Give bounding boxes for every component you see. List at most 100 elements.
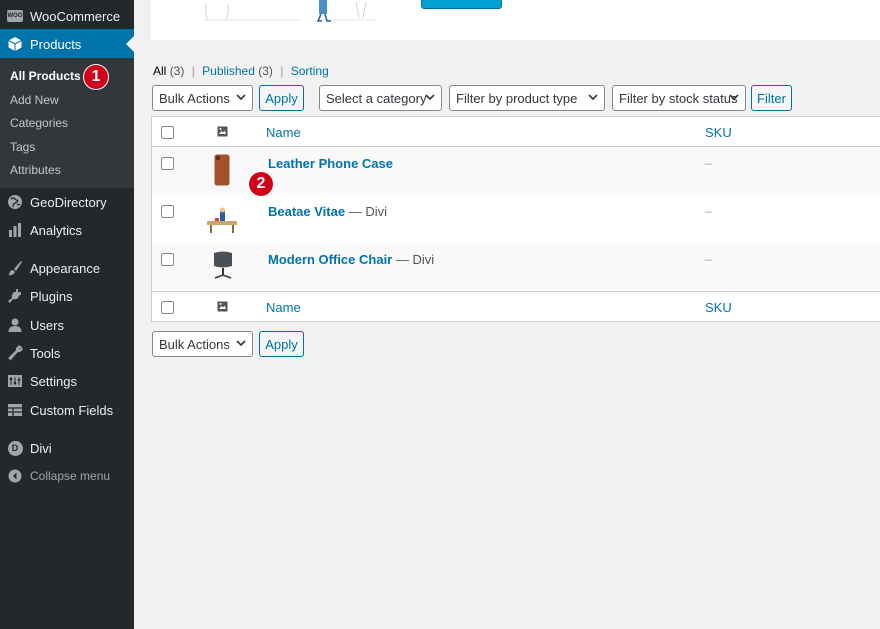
select-value: Bulk Actions: [159, 90, 230, 106]
apply-button-bottom[interactable]: Apply: [259, 331, 304, 357]
chevron-down-icon: [236, 340, 246, 347]
select-value: Bulk Actions: [159, 336, 230, 352]
paintbrush-icon: [0, 260, 30, 276]
row-checkbox[interactable]: [161, 157, 174, 170]
table-row: Modern Office Chair — Divi –: [152, 243, 880, 291]
menu-item-label: Analytics: [30, 222, 83, 238]
menu-item-geodirectory[interactable]: GeoDirectory: [0, 187, 134, 217]
banner-button[interactable]: [421, 0, 502, 9]
separator: |: [280, 64, 284, 78]
plug-icon: [0, 288, 30, 304]
divi-icon: D: [0, 440, 30, 456]
menu-item-woocommerce[interactable]: WOO WooCommerce: [0, 1, 134, 31]
filter-published-link[interactable]: Published: [202, 64, 255, 78]
category-select[interactable]: Select a category: [319, 85, 442, 111]
menu-item-label: Custom Fields: [30, 402, 114, 418]
column-header-name[interactable]: Name: [266, 125, 301, 140]
all-count: (3): [169, 64, 185, 78]
bulk-actions-select-bottom[interactable]: Bulk Actions: [152, 331, 253, 357]
chevron-down-icon: [236, 94, 246, 101]
table-row: Leather Phone Case – 2: [152, 147, 880, 196]
menu-item-custom-fields[interactable]: Custom Fields: [0, 395, 134, 425]
product-type-select[interactable]: Filter by product type: [449, 85, 605, 111]
filter-button[interactable]: Filter: [751, 85, 792, 111]
status-filter-links: All (3) | Published (3) | Sorting: [153, 64, 329, 78]
filter-all-link[interactable]: All: [153, 64, 166, 78]
product-title: Modern Office Chair — Divi: [268, 252, 434, 267]
products-submenu: All Products Add New Categories Tags Att…: [0, 58, 134, 188]
submenu-categories[interactable]: Categories: [10, 116, 68, 130]
row-checkbox[interactable]: [161, 253, 174, 266]
wrench-icon: [0, 345, 30, 361]
product-title: Leather Phone Case: [268, 156, 393, 171]
submenu-all-products[interactable]: All Products: [10, 69, 81, 83]
step-marker-1: 1: [84, 65, 108, 89]
product-thumbnail[interactable]: [206, 207, 238, 235]
products-table: Name SKU Leather Phone Case – 2 Beatae V…: [151, 116, 880, 322]
admin-sidebar: WOO WooCommerce Products All Products Ad…: [0, 0, 134, 629]
globe-icon: [0, 194, 30, 210]
product-name-link[interactable]: Modern Office Chair: [268, 252, 392, 267]
product-name-link[interactable]: Leather Phone Case: [268, 156, 393, 171]
chevron-down-icon: [729, 94, 739, 101]
menu-item-label: Settings: [30, 373, 77, 389]
select-all-checkbox-bottom[interactable]: [161, 301, 174, 314]
top-banner: [151, 0, 880, 40]
chevron-down-icon: [425, 94, 435, 101]
product-name-link[interactable]: Beatae Vitae: [268, 204, 345, 219]
menu-item-label: Appearance: [30, 260, 101, 276]
stock-status-select[interactable]: Filter by stock status: [612, 85, 746, 111]
column-header-sku[interactable]: SKU: [705, 125, 732, 140]
submenu-attributes[interactable]: Attributes: [10, 163, 61, 177]
column-footer-sku[interactable]: SKU: [705, 300, 732, 315]
step-marker-2: 2: [249, 172, 273, 196]
banner-illustration: [203, 0, 376, 22]
product-state: — Divi: [392, 252, 435, 267]
menu-item-label: Tools: [30, 345, 61, 361]
sku-value: –: [705, 252, 712, 266]
table-icon: [0, 402, 30, 418]
submenu-add-new[interactable]: Add New: [10, 93, 59, 107]
row-checkbox[interactable]: [161, 205, 174, 218]
product-title: Beatae Vitae — Divi: [268, 204, 387, 219]
menu-item-label: WooCommerce: [30, 8, 121, 24]
column-footer-name[interactable]: Name: [266, 300, 301, 315]
select-value: Filter by product type: [456, 90, 578, 106]
menu-item-analytics[interactable]: Analytics: [0, 215, 134, 245]
select-all-checkbox[interactable]: [161, 126, 174, 139]
image-column-icon: [217, 126, 228, 137]
menu-item-plugins[interactable]: Plugins: [0, 281, 134, 311]
product-state: — Divi: [345, 204, 387, 219]
menu-item-label: Products: [30, 36, 82, 52]
menu-item-products[interactable]: Products: [0, 29, 134, 59]
apply-button-top[interactable]: Apply: [259, 85, 304, 111]
user-icon: [0, 317, 30, 333]
menu-item-label: GeoDirectory: [30, 194, 107, 210]
submenu-tags[interactable]: Tags: [10, 140, 35, 154]
collapse-menu-label: Collapse menu: [30, 469, 111, 483]
sorting-link[interactable]: Sorting: [291, 64, 329, 78]
product-thumbnail[interactable]: [214, 154, 230, 186]
menu-item-settings[interactable]: Settings: [0, 366, 134, 396]
menu-item-users[interactable]: Users: [0, 310, 134, 340]
menu-item-divi[interactable]: D Divi: [0, 433, 134, 463]
cube-icon: [0, 36, 30, 52]
collapse-arrow-icon: [0, 469, 30, 483]
bulk-actions-select-top[interactable]: Bulk Actions: [152, 85, 253, 111]
menu-item-label: Users: [30, 317, 64, 333]
table-header-row: Name SKU: [152, 117, 880, 147]
woocommerce-icon: WOO: [0, 10, 30, 22]
image-column-icon: [217, 301, 228, 312]
menu-item-appearance[interactable]: Appearance: [0, 253, 134, 283]
table-row: Beatae Vitae — Divi –: [152, 195, 880, 243]
settings-sliders-icon: [0, 373, 30, 389]
chevron-down-icon: [588, 94, 598, 101]
menu-item-label: Plugins: [30, 288, 73, 304]
collapse-menu-button[interactable]: Collapse menu: [0, 461, 134, 491]
product-thumbnail[interactable]: [210, 251, 236, 281]
menu-item-label: Divi: [30, 440, 52, 456]
select-value: Select a category: [326, 90, 427, 106]
select-value: Filter by stock status: [619, 90, 738, 106]
separator: |: [191, 64, 195, 78]
menu-item-tools[interactable]: Tools: [0, 338, 134, 368]
